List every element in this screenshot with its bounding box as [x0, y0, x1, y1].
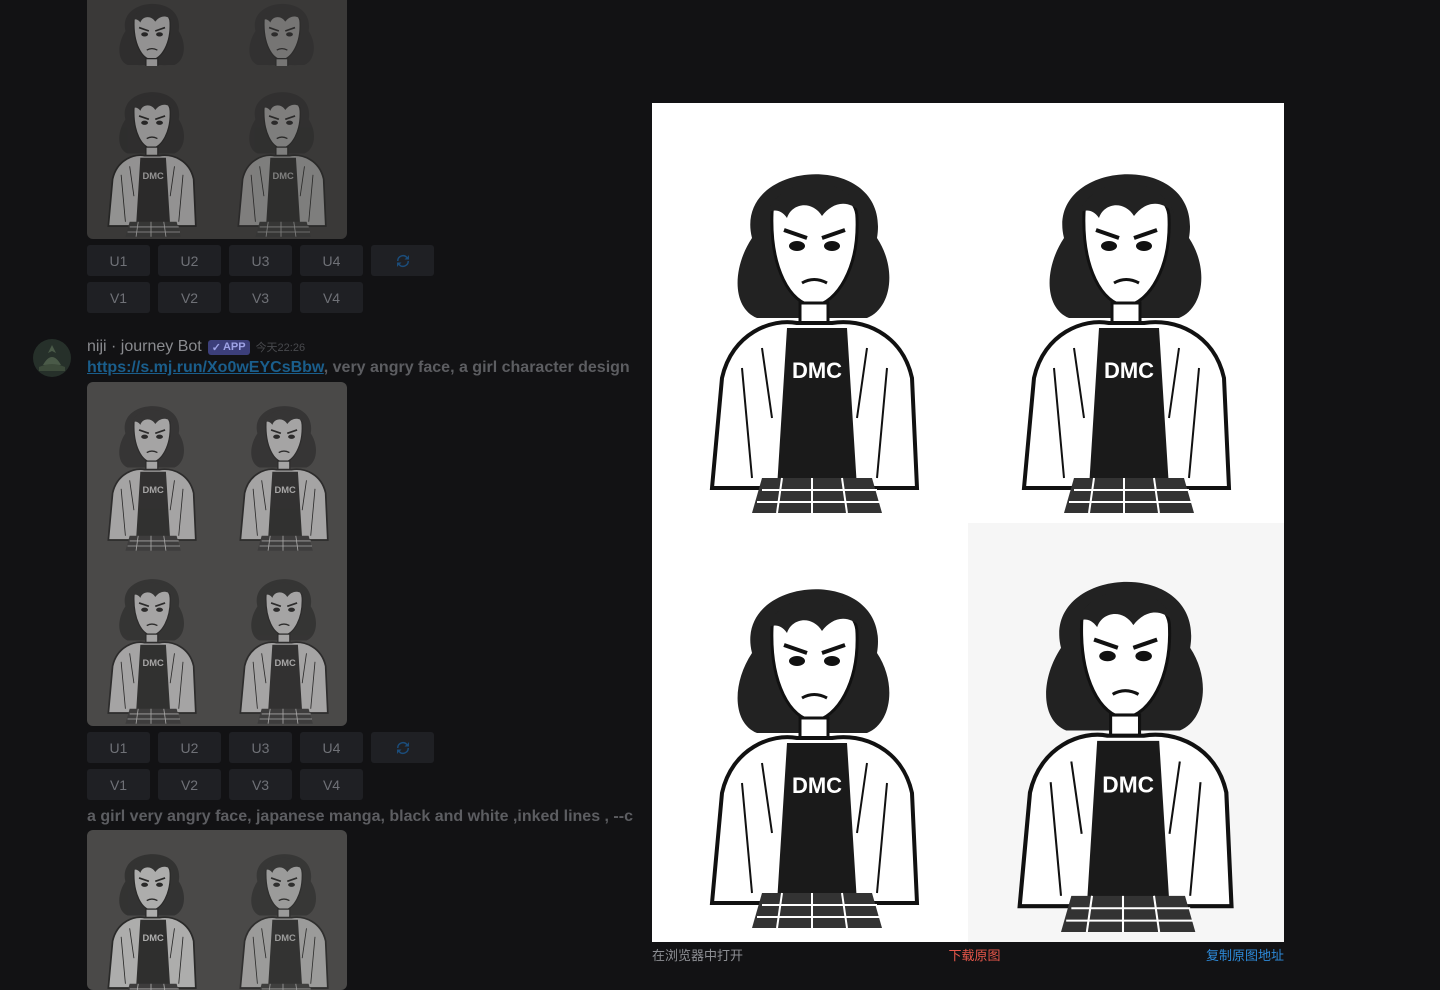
grid-image-3[interactable]: [87, 68, 215, 239]
open-in-browser-link[interactable]: 在浏览器中打开: [652, 945, 743, 963]
prompt-text: https://s.mj.run/Xo0wEYCsBbw, very angry…: [87, 359, 653, 377]
enlarged-quadrant-4: [968, 523, 1284, 942]
grid-image-4[interactable]: [219, 555, 347, 726]
u4-button[interactable]: U4: [300, 732, 363, 763]
u4-button[interactable]: U4: [300, 245, 363, 276]
author-name[interactable]: niji · journey Bot: [87, 338, 202, 356]
enlarged-quadrant-3: [662, 528, 962, 938]
u2-button[interactable]: U2: [158, 732, 221, 763]
grid-image-2[interactable]: [219, 382, 347, 553]
enlarged-quadrant-2: [974, 113, 1274, 523]
enlarged-quadrant-1: [662, 113, 962, 523]
copy-original-url-link[interactable]: 复制原图地址: [1206, 945, 1284, 963]
grid-image-3[interactable]: [87, 555, 215, 726]
u1-button[interactable]: U1: [87, 732, 150, 763]
avatar[interactable]: [33, 339, 71, 377]
grid-image-1[interactable]: [87, 830, 215, 990]
v2-button[interactable]: V2: [158, 282, 221, 313]
refresh-icon: [396, 254, 409, 267]
u2-button[interactable]: U2: [158, 245, 221, 276]
v4-button[interactable]: V4: [300, 282, 363, 313]
message-timestamp: 今天22:26: [255, 342, 306, 354]
checkmark-icon: ✓: [211, 341, 221, 354]
grid-image-1[interactable]: [87, 0, 215, 66]
reroll-button[interactable]: [371, 732, 434, 763]
grid-image-2[interactable]: [217, 0, 345, 66]
upscale-buttons-2: U1 U2 U3 U4: [87, 732, 434, 763]
image-grid-next[interactable]: [87, 830, 347, 990]
prompt-body: , very angry face, a girl character desi…: [323, 359, 630, 376]
enlarged-image[interactable]: [652, 103, 1284, 942]
reroll-button[interactable]: [371, 245, 434, 276]
upscale-buttons-1: U1 U2 U3 U4: [87, 245, 434, 276]
viewer-actions: 在浏览器中打开 下载原图 复制原图地址: [652, 945, 1284, 963]
app-badge: ✓ APP: [207, 339, 250, 355]
variation-buttons-1: V1 V2 V3 V4: [87, 282, 363, 313]
grid-image-2[interactable]: [219, 830, 347, 990]
u1-button[interactable]: U1: [87, 245, 150, 276]
image-grid[interactable]: [87, 382, 347, 726]
grid-image-4[interactable]: [217, 68, 345, 239]
download-original-link[interactable]: 下载原图: [948, 945, 1000, 963]
image-grid-previous[interactable]: [87, 0, 347, 239]
v3-button[interactable]: V3: [229, 282, 292, 313]
v2-button[interactable]: V2: [158, 769, 221, 800]
v4-button[interactable]: V4: [300, 769, 363, 800]
prompt-link[interactable]: https://s.mj.run/Xo0wEYCsBbw: [87, 359, 324, 376]
v1-button[interactable]: V1: [87, 282, 150, 313]
app-badge-label: APP: [222, 341, 246, 353]
v3-button[interactable]: V3: [229, 769, 292, 800]
message-header: niji · journey Bot ✓ APP 今天22:26: [87, 338, 305, 356]
v1-button[interactable]: V1: [87, 769, 150, 800]
u3-button[interactable]: U3: [229, 245, 292, 276]
refresh-icon: [396, 741, 409, 754]
variation-buttons-2: V1 V2 V3 V4: [87, 769, 363, 800]
next-prompt-text: a girl very angry face, japanese manga, …: [87, 808, 633, 825]
grid-image-1[interactable]: [87, 382, 215, 553]
u3-button[interactable]: U3: [229, 732, 292, 763]
